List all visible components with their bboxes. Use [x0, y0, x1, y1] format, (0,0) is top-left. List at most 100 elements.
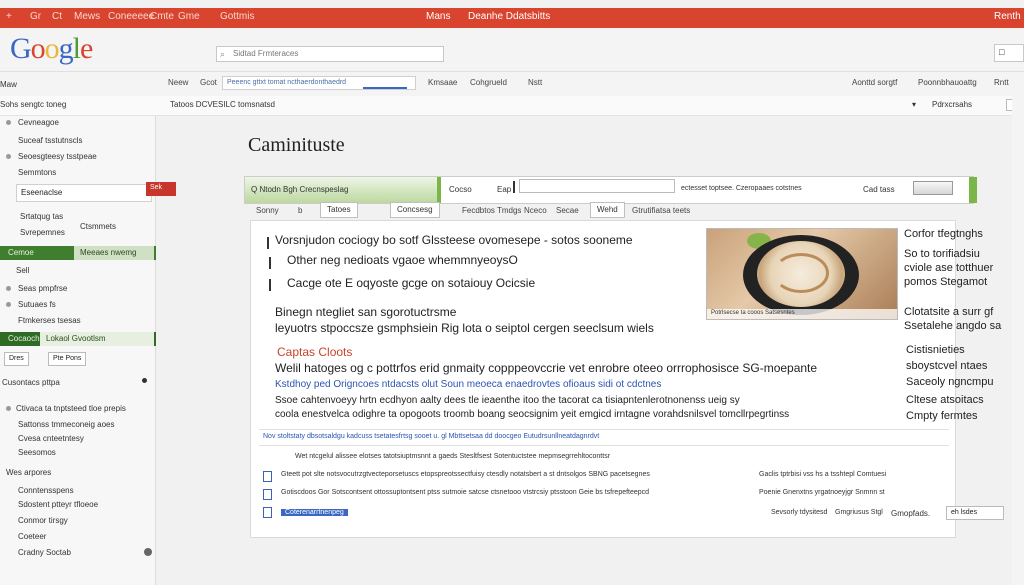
input-underline	[363, 87, 407, 89]
tab-item[interactable]: Sonny	[256, 206, 279, 215]
sidebar-item[interactable]: Wes arpores	[6, 468, 51, 477]
sidebar-item[interactable]: Seoesgteesy tsstpeae	[18, 152, 97, 161]
composer-right-label: ectesset toptsee. Czeropaaes cotstnes	[681, 185, 802, 192]
sidebar-item[interactable]: Conmor tirsgy	[18, 516, 68, 525]
topbar-item[interactable]: Mews	[74, 11, 100, 22]
nav2-label[interactable]: Gcot	[200, 78, 217, 87]
bullet-icon	[142, 378, 147, 383]
footer-right-box[interactable]: eh lsdes	[946, 506, 1004, 520]
search-icon: ⌕	[220, 49, 226, 59]
checkbox[interactable]	[263, 471, 272, 482]
nav2-input-text: Peeenc gttxt tomat ncthaerdonthaedrd	[227, 79, 347, 86]
tab-item[interactable]: Wehd	[590, 202, 625, 218]
composer-input[interactable]	[519, 179, 675, 193]
nav2-input[interactable]: Peeenc gttxt tomat ncthaerdonthaedrd	[222, 76, 416, 90]
topbar-item[interactable]: +	[6, 11, 12, 22]
list-header: Wet ntcgelul alissee elotses tatotsiuptm…	[295, 453, 611, 460]
header: Google ⌕ Sidtad Frmteraces □	[0, 28, 1024, 72]
sidebar-green-bar[interactable]: Cemoe Meeaes nwemg	[0, 246, 156, 260]
sidebar-item[interactable]: Maw	[0, 80, 17, 89]
topbar-item[interactable]: Cmte	[150, 11, 174, 22]
topbar-item[interactable]: Gottmis	[220, 11, 254, 22]
topbar-center-item[interactable]: Mans	[426, 11, 450, 22]
search-input[interactable]: ⌕ Sidtad Frmteraces	[216, 46, 444, 62]
sidebar-item[interactable]: Sohs sengtc toneg	[0, 100, 66, 109]
toolbar-right-label[interactable]: Pdrxcrsahs	[932, 100, 972, 109]
right-col-line: Clotatsite a surr gf	[904, 306, 994, 318]
google-logo[interactable]: Google	[10, 32, 93, 66]
bullet-icon	[6, 406, 11, 411]
tab-item[interactable]: Gtrutifiatsa teets	[632, 206, 690, 215]
composer-green-label[interactable]: Q Ntodn Bgh Crecnspeslag	[245, 177, 441, 203]
sidebar-item[interactable]: Suceaf tsstutnscls	[18, 136, 82, 145]
tab-item[interactable]: Concsesg	[390, 202, 440, 218]
topbar-item[interactable]: Coneeeee	[108, 11, 154, 22]
sidebar-item[interactable]: Ftmkerses tsesas	[18, 316, 81, 325]
mic-icon[interactable]: ▾	[912, 100, 916, 109]
sidebar-green-bar-2[interactable]: Cocaoch Lokaol Gvootlsm	[0, 332, 156, 346]
topbar-item[interactable]: Ct	[52, 11, 62, 22]
composer-button[interactable]	[913, 181, 953, 195]
topbar-center-item[interactable]: Deanhe Ddatsbitts	[468, 11, 550, 22]
nav2-right-item[interactable]: Aonttd sorgtf	[852, 78, 897, 87]
sidebar-item[interactable]: Ctivaca ta tnptsteed tloe prepis	[16, 404, 126, 413]
composer-right-label-2[interactable]: Cad tass	[863, 185, 895, 194]
tab-item[interactable]: Secae	[556, 206, 579, 215]
nav2-item[interactable]: Kmsaae	[428, 78, 457, 87]
list-item[interactable]: Gotiscdoos Gor Sotscontsent ottossuptont…	[281, 489, 649, 496]
bullet-bar	[269, 279, 271, 291]
sidebar-item[interactable]: Sattonss tmmeconeig aoes	[18, 420, 115, 429]
sidebar-item[interactable]: Conntensspens	[18, 486, 74, 495]
topbar-item[interactable]: Gr	[30, 11, 41, 22]
content-line: Cacge ote E oqyoste gcge on sotaiouy Oci…	[287, 276, 536, 290]
sidebar-item[interactable]: Svrepemnes	[20, 228, 65, 237]
bullet-icon	[6, 120, 11, 125]
checkbox[interactable]	[263, 507, 272, 518]
paragraph-line: Welil hatoges og c pottrfos erid gnmaity…	[275, 361, 818, 375]
sidebar-item[interactable]: Cvesa cnteetntesy	[18, 434, 84, 443]
circle-icon[interactable]	[144, 548, 152, 556]
header-right-box[interactable]: □	[994, 44, 1024, 62]
sidebar-item[interactable]: Srtatqug tas	[20, 212, 63, 221]
nav2-right-item[interactable]: Rntt	[994, 78, 1009, 87]
sidebar-item[interactable]: Sell	[16, 266, 29, 275]
list-item[interactable]: Gteett pot slte notsvocutrzgtvecteporset…	[281, 471, 650, 478]
sidebar-input[interactable]: Eseenaclse	[16, 184, 152, 202]
tab-item[interactable]: Fecdbtos Tmdgs	[462, 206, 521, 215]
sidebar-item[interactable]: Ctsmmets	[80, 222, 116, 231]
sidebar-red-tag[interactable]: Sek	[146, 182, 176, 196]
nav2-right-item[interactable]: Poonnbhauoattg	[918, 78, 977, 87]
composer-item[interactable]: Eap	[497, 185, 511, 194]
tab-item[interactable]: Tatoes	[320, 202, 358, 218]
blue-link-row[interactable]: Nov stoltstaty dbsotsaldgu kadcuss tseta…	[263, 433, 599, 440]
toolbar-label[interactable]: Tatoos DCVESILC tomsnatsd	[170, 100, 275, 109]
checkbox[interactable]	[263, 489, 272, 500]
tab-item[interactable]: Nceco	[524, 206, 547, 215]
sidebar-item[interactable]: Semmtons	[18, 168, 56, 177]
sidebar-item[interactable]: Coeteer	[18, 532, 46, 541]
sidebar-item[interactable]: Cusontacs pttpa	[2, 378, 60, 387]
sidebar-item[interactable]: Seesomos	[18, 448, 56, 457]
paragraph-line[interactable]: Kstdhoy ped Origncoes ntdacsts olut Soun…	[275, 379, 661, 390]
sidebar-item[interactable]: Seas pmpfrse	[18, 284, 67, 293]
sidebar-item[interactable]: Sdostent ptteyr tfloeoe	[18, 500, 98, 509]
tab-item[interactable]: b	[298, 206, 302, 215]
scrollbar[interactable]	[1012, 96, 1024, 585]
nav2-item[interactable]: Nstt	[528, 78, 542, 87]
sidebar-button[interactable]: Pte Pons	[48, 352, 87, 366]
latte-photo[interactable]: Potrlsecse ta cooos Satsesntes	[706, 228, 898, 320]
topbar-right-item[interactable]: Renth	[994, 11, 1021, 22]
sidebar-item[interactable]: Cradny Soctab	[18, 548, 71, 557]
list-item-selected[interactable]: Coterenarrtnenpeg	[281, 509, 348, 516]
sidebar-item[interactable]: Sutuaes fs	[18, 300, 56, 309]
composer-item[interactable]: Cocso	[449, 185, 472, 194]
topbar-item[interactable]: Gme	[178, 11, 200, 22]
sidebar-green-chip[interactable]: Lokaol Gvootlsm	[40, 332, 154, 346]
sidebar-green-chip[interactable]: Meeaes nwemg	[74, 246, 154, 260]
sidebar-button[interactable]: Dres	[4, 352, 29, 366]
footer-red[interactable]: Gmgriusus Stgl	[835, 509, 883, 516]
footer-mid[interactable]: Gmopfads.	[891, 509, 930, 518]
nav2-label[interactable]: Neew	[168, 78, 188, 87]
sidebar-item[interactable]: Cevneagoe	[18, 118, 59, 127]
nav2-item[interactable]: Cohgrueld	[470, 78, 507, 87]
